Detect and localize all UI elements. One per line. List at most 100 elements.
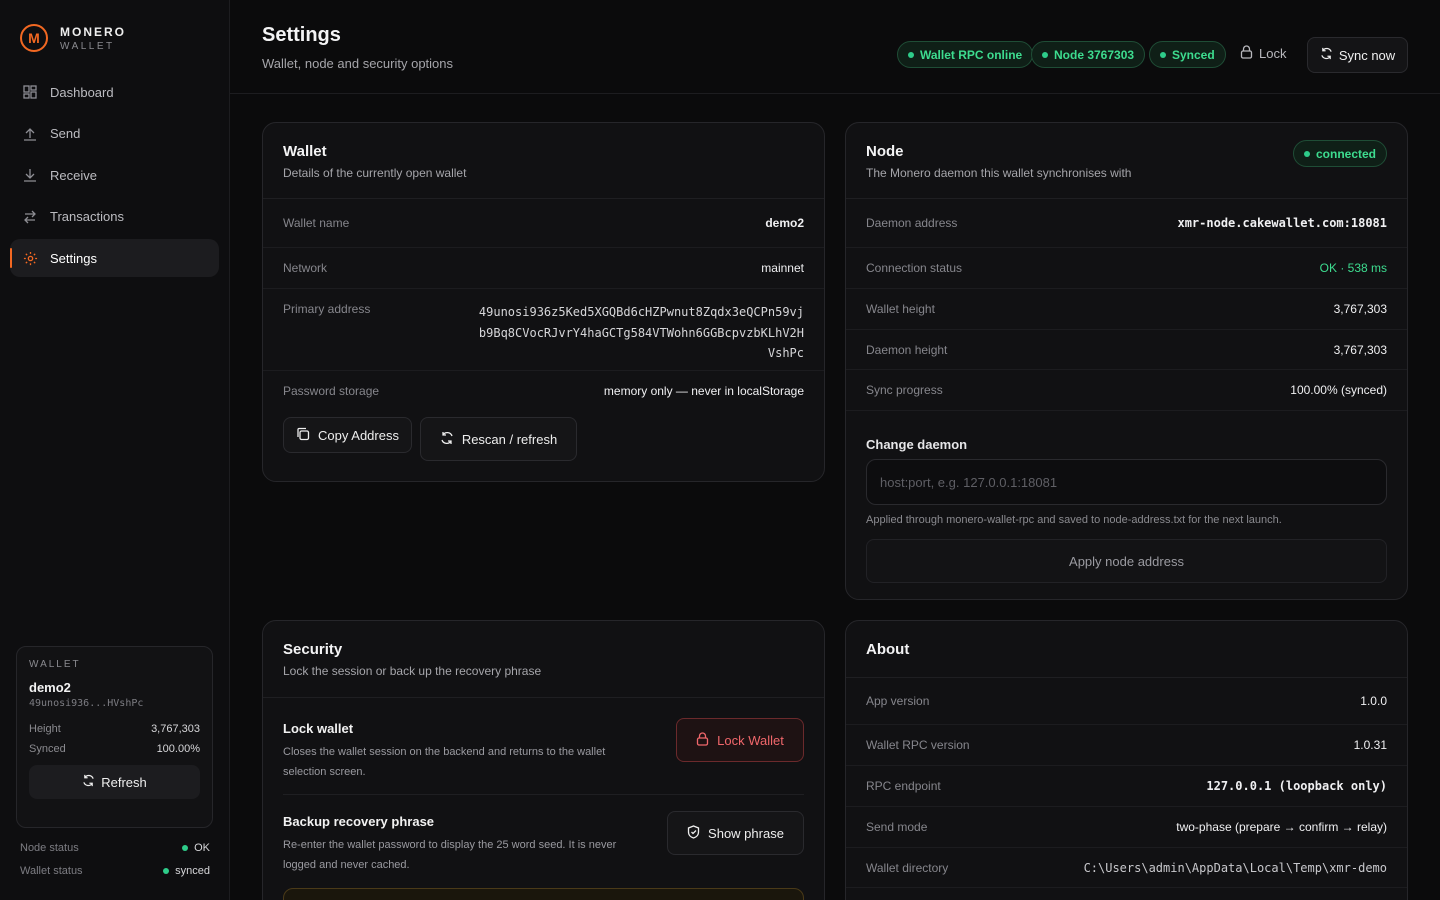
daemon-height-label: Daemon height xyxy=(866,342,948,357)
wallet-directory-label: Wallet directory xyxy=(866,860,949,875)
rescan-button[interactable]: Rescan / refresh xyxy=(420,417,577,461)
gear-icon xyxy=(22,250,38,266)
refresh-label: Refresh xyxy=(101,774,147,790)
wallet-card-label: WALLET xyxy=(29,659,81,670)
security-panel: Security Lock the session or back up the… xyxy=(262,620,825,900)
lock-wallet-desc: Closes the wallet session on the backend… xyxy=(283,746,606,778)
show-phrase-button[interactable]: Show phrase xyxy=(667,811,804,855)
badge-label: Synced xyxy=(1172,47,1215,62)
primary-address-label: Primary address xyxy=(283,302,371,316)
rpc-endpoint-value: 127.0.0.1 (loopback only) xyxy=(1206,779,1387,793)
wallet-card-name: demo2 xyxy=(29,680,71,695)
lock-icon xyxy=(1240,45,1253,62)
app-version-label: App version xyxy=(866,694,930,708)
status-badge-rpc: Wallet RPC online xyxy=(897,41,1034,68)
wallet-height-label: Wallet height xyxy=(866,302,935,316)
wallet-height-value: 3,767,303 xyxy=(1333,302,1387,316)
copy-address-button[interactable]: Copy Address xyxy=(283,417,412,453)
daemon-address-row: Daemon address xmr-node.cakewallet.com:1… xyxy=(846,199,1407,248)
node-status-dot-icon xyxy=(182,845,189,851)
send-mode-row: Send mode two-phase (prepare → confirm →… xyxy=(846,807,1407,848)
app-version-row: App version 1.0.0 xyxy=(846,678,1407,725)
daemon-height-row: Daemon height 3,767,303 xyxy=(846,330,1407,370)
rpc-endpoint-row: RPC endpoint 127.0.0.1 (loopback only) xyxy=(846,766,1407,807)
sidebar-item-label: Send xyxy=(50,126,81,141)
sidebar-item-label: Dashboard xyxy=(50,84,114,100)
warning-box xyxy=(283,888,804,900)
wallet-card-synced-row: Synced 100.00% xyxy=(29,743,200,755)
change-daemon-label: Change daemon xyxy=(866,437,968,452)
about-panel-title: About xyxy=(866,641,910,658)
wallet-directory-row: Wallet directory C:\Users\admin\AppData\… xyxy=(846,848,1407,888)
daemon-address-input[interactable] xyxy=(866,459,1387,505)
password-storage-label: Password storage xyxy=(283,384,380,398)
about-panel: About App version 1.0.0 Wallet RPC versi… xyxy=(845,620,1408,900)
password-storage-value: memory only — never in localStorage xyxy=(603,384,804,398)
node-status-row: Node status OK xyxy=(20,842,210,854)
primary-address-value[interactable]: 49unosi936z5Ked5XGQBd6cHZPwnut8Zqdx3eQCP… xyxy=(479,302,804,364)
send-mode-label: Send mode xyxy=(866,820,928,834)
rpc-version-label: Wallet RPC version xyxy=(866,738,970,752)
sync-progress-value: 100.00% (synced) xyxy=(1290,383,1387,397)
page-title: Settings xyxy=(262,24,341,46)
status-dot-icon xyxy=(1303,150,1310,157)
refresh-button[interactable]: Refresh xyxy=(29,765,200,799)
security-panel-title: Security xyxy=(283,641,343,658)
lock-wallet-label: Lock Wallet xyxy=(717,732,784,748)
status-badge-node: Node 3767303 xyxy=(1031,41,1146,68)
node-panel-desc: The Monero daemon this wallet synchronis… xyxy=(866,166,1132,180)
status-dot-icon xyxy=(908,51,914,58)
page-header: Settings Wallet, node and security optio… xyxy=(230,0,1440,94)
sidebar-item-label: Receive xyxy=(50,167,97,183)
rescan-label: Rescan / refresh xyxy=(461,431,558,447)
send-mode-value: two-phase (prepare → confirm → relay) xyxy=(1176,820,1387,834)
wallet-status-value: synced xyxy=(175,865,210,877)
wallet-card-height-row: Height 3,767,303 xyxy=(29,723,200,735)
password-storage-row: Password storage memory only — never in … xyxy=(263,371,824,411)
brand-subtitle: WALLET xyxy=(60,40,115,52)
sidebar-item-label: Settings xyxy=(50,250,97,266)
rpc-version-value: 1.0.31 xyxy=(1353,738,1387,752)
monero-logo-icon: M xyxy=(20,24,48,52)
sidebar-item-dashboard[interactable]: Dashboard xyxy=(10,73,219,111)
sidebar-item-send[interactable]: Send xyxy=(10,115,219,153)
network-row: Network mainnet xyxy=(263,248,824,289)
rpc-version-row: Wallet RPC version 1.0.31 xyxy=(846,725,1407,766)
network-label: Network xyxy=(283,261,328,275)
sidebar-item-receive[interactable]: Receive xyxy=(10,156,219,194)
brand[interactable]: M MONERO WALLET xyxy=(20,24,126,52)
connection-status-label: Connection status xyxy=(866,261,963,275)
lock-wallet-button[interactable]: Lock Wallet xyxy=(676,718,804,762)
lock-label: Lock xyxy=(1259,46,1287,61)
wallet-card-address: 49unosi936...HVshPc xyxy=(29,698,144,709)
wallet-name-row: Wallet name demo2 xyxy=(263,199,824,248)
daemon-address-label: Daemon address xyxy=(866,216,958,230)
lock-button[interactable]: Lock xyxy=(1240,45,1286,62)
apply-node-label: Apply node address xyxy=(1069,553,1184,569)
node-status-value: OK xyxy=(194,842,210,854)
divider xyxy=(283,794,804,795)
copy-icon xyxy=(296,427,310,444)
node-status-label: Node status xyxy=(20,842,79,854)
wallet-name-label: Wallet name xyxy=(283,216,350,230)
network-value: mainnet xyxy=(761,261,804,275)
status-dot-icon xyxy=(1042,51,1048,58)
lock-icon xyxy=(696,731,709,749)
sidebar-item-transactions[interactable]: Transactions xyxy=(10,198,219,236)
connection-status-row: Connection status OK · 538 ms xyxy=(846,248,1407,289)
apply-node-button[interactable]: Apply node address xyxy=(866,539,1387,583)
page-subtitle: Wallet, node and security options xyxy=(262,56,454,71)
wallet-directory-value: C:\Users\admin\AppData\Local\Temp\xmr-de… xyxy=(1083,860,1387,875)
height-value: 3,767,303 xyxy=(151,723,200,735)
refresh-icon xyxy=(440,431,454,448)
sidebar-item-settings[interactable]: Settings xyxy=(10,239,219,277)
wallet-name-value: demo2 xyxy=(765,216,804,230)
status-badge-synced: Synced xyxy=(1149,41,1226,68)
synced-label: Synced xyxy=(29,743,66,755)
copy-address-label: Copy Address xyxy=(318,427,399,443)
primary-address-row: Primary address 49unosi936z5Ked5XGQBd6cH… xyxy=(263,289,824,371)
security-panel-desc: Lock the session or back up the recovery… xyxy=(283,664,542,678)
send-icon xyxy=(22,126,38,142)
wallet-panel-title: Wallet xyxy=(283,143,327,160)
sync-now-button[interactable]: Sync now xyxy=(1307,37,1408,73)
